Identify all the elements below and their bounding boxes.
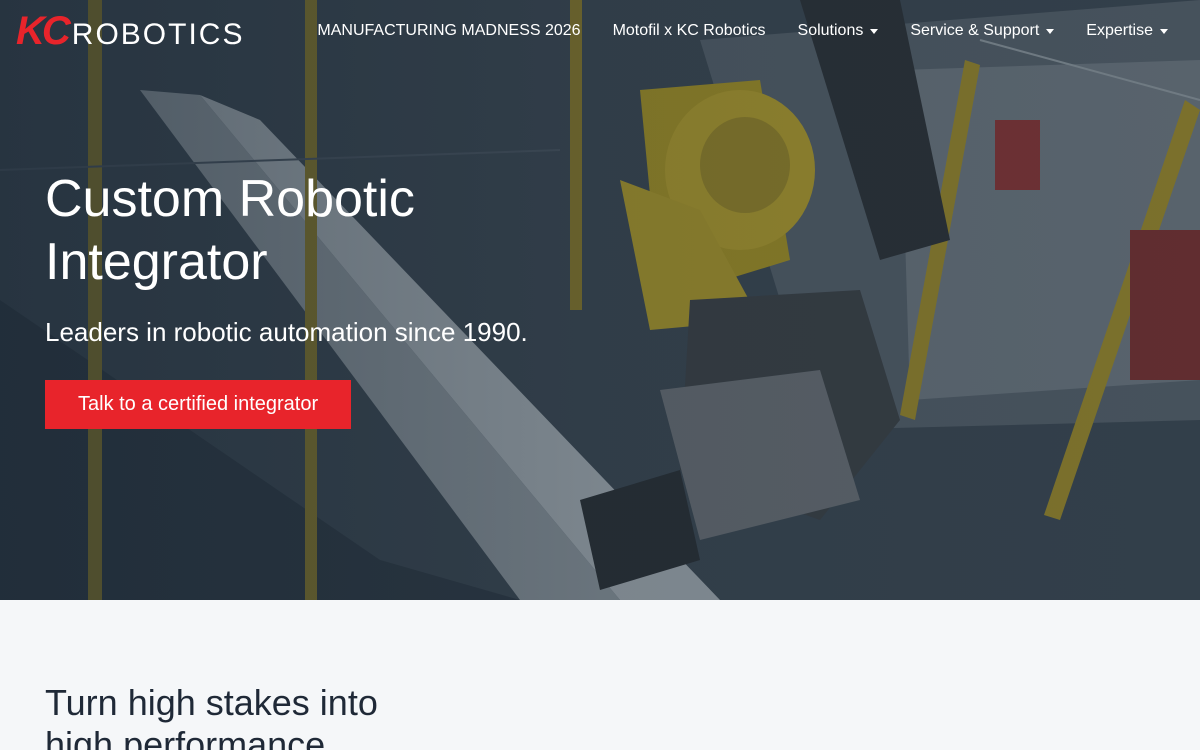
nav-item-service-support[interactable]: Service & Support <box>894 14 1070 48</box>
hero-section: KC ROBOTICS MANUFACTURING MADNESS 2026 M… <box>0 0 1200 600</box>
nav-item-solutions[interactable]: Solutions <box>782 14 895 48</box>
brand-logo[interactable]: KC ROBOTICS <box>16 11 244 51</box>
top-navbar: KC ROBOTICS MANUFACTURING MADNESS 2026 M… <box>0 0 1200 62</box>
nav-item-label: Service & Support <box>910 22 1040 39</box>
nav-item-expertise[interactable]: Expertise <box>1070 14 1184 48</box>
nav-menu: MANUFACTURING MADNESS 2026 Motofil x KC … <box>266 14 1184 48</box>
intro-section: Turn high stakes into high performance <box>0 600 1200 750</box>
nav-item-label: MANUFACTURING MADNESS 2026 <box>317 22 581 39</box>
caret-down-icon <box>1160 28 1168 34</box>
talk-to-integrator-button[interactable]: Talk to a certified integrator <box>45 380 352 429</box>
hero-subtitle: Leaders in robotic automation since 1990… <box>45 317 528 347</box>
caret-down-icon <box>870 28 879 34</box>
nav-item-label: Motofil x KC Robotics <box>612 22 766 39</box>
caret-down-icon <box>1046 28 1055 34</box>
logo-wordmark: ROBOTICS <box>71 18 245 51</box>
nav-item-label: Expertise <box>1086 22 1153 39</box>
hero-title: Custom Robotic Integrator <box>45 170 415 291</box>
nav-item-motofil[interactable]: Motofil x KC Robotics <box>597 14 782 48</box>
hero-content: Custom Robotic Integrator Leaders in rob… <box>45 168 605 429</box>
nav-item-label: Solutions <box>797 22 864 39</box>
nav-item-manufacturing-madness[interactable]: MANUFACTURING MADNESS 2026 <box>301 14 596 48</box>
section-title: Turn high stakes into high performance <box>45 682 378 750</box>
logo-mark: KC <box>16 9 71 53</box>
